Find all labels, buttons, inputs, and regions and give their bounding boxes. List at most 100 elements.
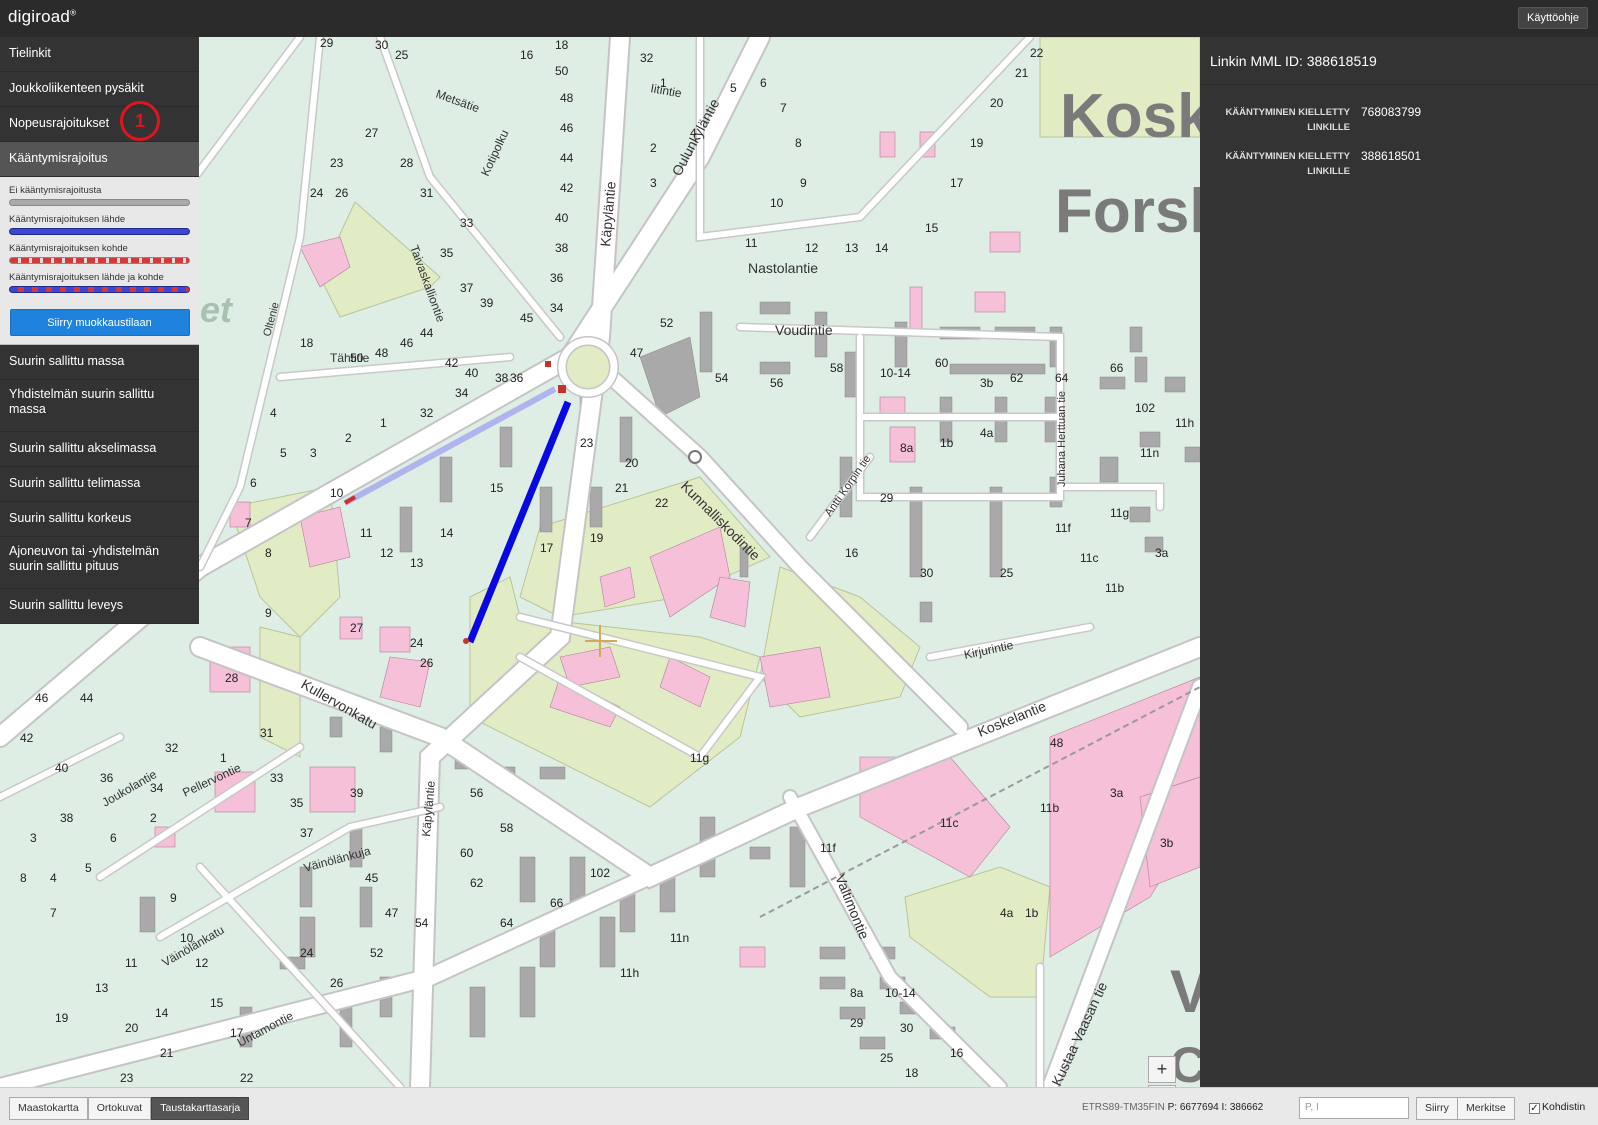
house-number: 60 [935, 356, 949, 370]
house-number: 54 [715, 371, 729, 385]
edit-mode-button[interactable]: Siirry muokkaustilaan [9, 309, 190, 336]
house-number: 102 [1135, 401, 1155, 415]
house-number: 45 [365, 871, 379, 885]
menu-item-leveys[interactable]: Suurin sallittu leveys [0, 589, 199, 624]
house-number: 58 [500, 821, 514, 835]
street-label: Juhana Herttuan tie [1056, 391, 1068, 487]
house-number: 18 [300, 336, 314, 350]
house-number: 11h [620, 966, 639, 980]
house-number: 46 [35, 691, 49, 705]
house-number: 37 [460, 281, 474, 295]
turn-restriction-value[interactable]: 768083799 [1350, 105, 1421, 135]
house-number: 4 [690, 126, 697, 140]
menu-item-suurin-sallittu-massa[interactable]: Suurin sallittu massa [0, 345, 199, 380]
step-number-badge: 1 [120, 101, 160, 141]
mark-button[interactable]: Merkitse [1457, 1097, 1515, 1120]
house-number: 22 [1030, 46, 1044, 60]
house-number: 33 [270, 771, 284, 785]
house-number: 30 [900, 1021, 914, 1035]
house-number: 12 [195, 956, 209, 970]
house-number: 34 [550, 301, 564, 315]
menu-item-korkeus[interactable]: Suurin sallittu korkeus [0, 502, 199, 537]
turn-restriction-value[interactable]: 388618501 [1350, 149, 1421, 179]
house-number: 46 [400, 336, 414, 350]
menu-item-joukkoliikenteen-pysakit[interactable]: Joukkoliikenteen pysäkit [0, 72, 199, 107]
legend-label: Kääntymisrajoituksen lähde [9, 214, 126, 225]
house-number: 48 [375, 346, 389, 360]
house-number: 19 [55, 1011, 69, 1025]
house-number: 3a [1110, 786, 1124, 800]
house-number: 56 [470, 786, 484, 800]
map-type-maastokartta[interactable]: Maastokartta [9, 1097, 88, 1120]
house-number: 21 [160, 1046, 174, 1060]
house-number: 22 [240, 1071, 254, 1085]
house-number: 16 [950, 1046, 964, 1060]
menu-item-tielinkit[interactable]: Tielinkit [0, 37, 199, 72]
house-number: 14 [875, 241, 889, 255]
link-id-title: Linkin MML ID: 388618519 [1200, 37, 1598, 85]
house-number: 20 [125, 1021, 139, 1035]
house-number: 23 [330, 156, 344, 170]
house-number: 24 [410, 636, 424, 650]
house-number: 36 [100, 771, 114, 785]
house-number: 7 [245, 516, 252, 530]
house-number: 102 [590, 866, 610, 880]
house-number: 28 [225, 671, 239, 685]
house-number: 42 [445, 356, 459, 370]
house-number: 11g [1110, 506, 1129, 520]
sidebar: Tielinkit Joukkoliikenteen pysäkit Nopeu… [0, 37, 199, 624]
turn-restriction-key: KÄÄNTYMINEN KIELLETTY LINKILLE [1225, 107, 1350, 133]
house-number: 2 [150, 811, 157, 825]
house-number: 25 [395, 48, 409, 62]
menu-item-yhdistelman-massa[interactable]: Yhdistelmän suurin sallittu massa [0, 380, 199, 432]
house-number: 40 [55, 761, 69, 775]
house-number: 5 [730, 81, 737, 95]
house-number: 44 [420, 326, 434, 340]
house-number: 11c [1080, 551, 1098, 565]
go-button[interactable]: Siirry [1416, 1097, 1458, 1120]
map-type-ortokuvat[interactable]: Ortokuvat [87, 1097, 152, 1120]
zoom-in-button[interactable]: + [1148, 1056, 1176, 1083]
menu-item-telimassa[interactable]: Suurin sallittu telimassa [0, 467, 199, 502]
house-number: 12 [380, 546, 394, 560]
house-number: 23 [580, 436, 594, 450]
house-number: 4a [980, 426, 994, 440]
menu-item-nopeusrajoitukset[interactable]: Nopeusrajoitukset [0, 107, 199, 142]
house-number: 2 [345, 431, 352, 445]
house-number: 48 [560, 91, 574, 105]
house-number: 50 [350, 351, 364, 365]
cursor-checkbox[interactable]: ✓ Kohdistin [1529, 1101, 1585, 1114]
menu-item-pituus[interactable]: Ajoneuvon tai -yhdistelmän suurin sallit… [0, 537, 199, 589]
house-number: 39 [480, 296, 494, 310]
i-label: I: [1221, 1102, 1228, 1113]
legend-label: Ei kääntymisrajoitusta [9, 185, 102, 196]
help-button[interactable]: Käyttöohje [1518, 7, 1588, 29]
house-number: 47 [385, 906, 399, 920]
cursor-label: Kohdistin [1542, 1101, 1586, 1113]
checkbox-icon[interactable]: ✓ [1529, 1103, 1540, 1114]
turn-restriction-key: KÄÄNTYMINEN KIELLETTY LINKILLE [1225, 151, 1350, 177]
house-number: 30 [920, 566, 934, 580]
house-number: 50 [555, 64, 569, 78]
house-number: 19 [590, 531, 604, 545]
crs-label: ETRS89-TM35FIN [1082, 1102, 1165, 1113]
house-number: 32 [165, 741, 179, 755]
house-number: 3b [980, 376, 994, 390]
house-number: 60 [460, 846, 474, 860]
house-number: 10-14 [880, 366, 911, 380]
menu-item-kaantymisrajoitus[interactable]: Kääntymisrajoitus [0, 142, 199, 177]
house-number: 52 [370, 946, 384, 960]
coordinate-input[interactable]: P, I [1299, 1097, 1409, 1119]
house-number: 11f [820, 841, 836, 855]
house-number: 4 [270, 406, 277, 420]
house-number: 1 [660, 76, 667, 90]
menu-item-akselimassa[interactable]: Suurin sallittu akselimassa [0, 432, 199, 467]
i-value: 386662 [1229, 1102, 1264, 1113]
house-number: 62 [1010, 371, 1024, 385]
house-number: 34 [150, 781, 164, 795]
house-number: 3 [30, 831, 37, 845]
house-number: 6 [110, 831, 117, 845]
map-type-taustakarttasarja[interactable]: Taustakarttasarja [151, 1097, 250, 1120]
house-number: 25 [1000, 566, 1014, 580]
house-number: 11g [690, 751, 709, 765]
